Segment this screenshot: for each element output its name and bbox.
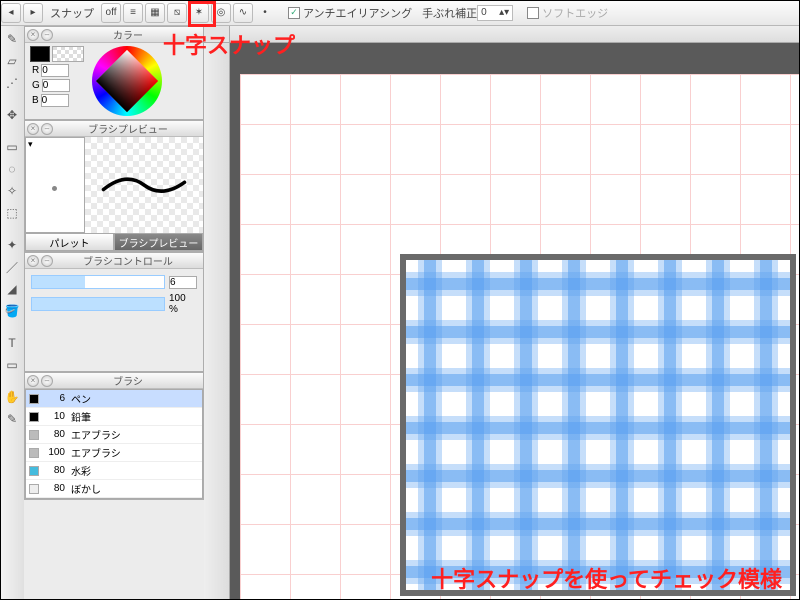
color-wheel[interactable]: [92, 46, 162, 116]
brush-panel-title: ブラシ: [55, 373, 201, 388]
text-tool-icon[interactable]: T: [3, 332, 21, 354]
stabilizer-spinner[interactable]: 0▴▾: [477, 5, 513, 21]
snap-parallel-icon[interactable]: ≡: [123, 3, 143, 23]
eraser-tool-icon[interactable]: ▱: [3, 50, 21, 72]
snap-circle-icon[interactable]: ◎: [211, 3, 231, 23]
gradient-tool-icon[interactable]: ◢: [3, 278, 21, 300]
wand-tool-icon[interactable]: ✧: [3, 180, 21, 202]
check-pattern: [406, 260, 790, 590]
size-value[interactable]: [169, 276, 197, 289]
bucket-tool-icon[interactable]: 🪣: [3, 300, 21, 322]
brush-row[interactable]: 10鉛筆: [26, 408, 202, 426]
lasso-tool-icon[interactable]: ◌: [3, 158, 21, 180]
select-tool-icon[interactable]: ⬚: [3, 202, 21, 224]
annotation-caption: 十字スナップを使ってチェック模様: [431, 562, 782, 594]
tool-column: ✎ ▱ ⋰ ✥ ▭ ◌ ✧ ⬚ ✦ ／ ◢ 🪣 T ▭ ✋ ✎: [0, 26, 24, 600]
brush-list: 6ペン10鉛筆80エアブラシ100エアブラシ80水彩80ぼかし: [25, 389, 203, 499]
opacity-slider[interactable]: [31, 297, 165, 311]
brush-row[interactable]: 100エアブラシ: [26, 444, 202, 462]
artwork-frame: [400, 254, 796, 596]
nav-left-icon[interactable]: ◂: [1, 3, 21, 23]
brush-row[interactable]: 80ぼかし: [26, 480, 202, 498]
size-slider[interactable]: [31, 275, 165, 289]
brush-row[interactable]: 80水彩: [26, 462, 202, 480]
palette-area[interactable]: ▾: [25, 137, 85, 233]
softedge-checkbox[interactable]: [527, 7, 539, 19]
r-input[interactable]: [41, 64, 69, 77]
close-icon[interactable]: ×: [27, 123, 39, 135]
ruler-horizontal[interactable]: [230, 26, 800, 43]
move-tool-icon[interactable]: ✥: [3, 104, 21, 126]
snap-label: スナップ: [50, 5, 94, 21]
canvas[interactable]: [240, 74, 800, 600]
brush2-tool-icon[interactable]: ／: [3, 256, 21, 278]
opacity-value: 100 %: [169, 293, 197, 315]
brush-panel: × – ブラシ 6ペン10鉛筆80エアブラシ100エアブラシ80水彩80ぼかし: [24, 372, 204, 500]
foreground-swatch[interactable]: [30, 46, 50, 62]
pen-tool-icon[interactable]: ✎: [3, 28, 21, 50]
brush-row[interactable]: 80エアブラシ: [26, 426, 202, 444]
b-input[interactable]: [41, 94, 69, 107]
stabilizer-label: 手ぶれ補正: [422, 5, 477, 21]
minimize-icon[interactable]: –: [41, 255, 53, 267]
ruler-vertical[interactable]: [204, 43, 230, 600]
g-input[interactable]: [42, 79, 70, 92]
background-swatch[interactable]: [52, 46, 84, 62]
hand-tool-icon[interactable]: ✋: [3, 386, 21, 408]
brush-row[interactable]: 6ペン: [26, 390, 202, 408]
preview-panel: × – ブラシプレビュー ▾ パレット ブラシプレビュー: [24, 120, 204, 252]
control-panel-title: ブラシコントロール: [55, 253, 201, 268]
top-toolbar: ◂ ▸ スナップ off ≡ ▦ ⧅ ✶ ◎ ∿ • ✓ アンチエイリアシング …: [0, 0, 800, 26]
annotation-title: 十字スナップ: [163, 28, 295, 60]
snap-vanish-icon[interactable]: ⧅: [167, 3, 187, 23]
preview-panel-title: ブラシプレビュー: [55, 121, 201, 136]
canvas-area: [204, 26, 800, 600]
nav-right-icon[interactable]: ▸: [23, 3, 43, 23]
softedge-label: ソフトエッジ: [542, 5, 608, 21]
sparkle-tool-icon[interactable]: ✦: [3, 234, 21, 256]
antialias-checkbox[interactable]: ✓: [288, 7, 300, 19]
snap-radial-icon[interactable]: ✶: [189, 3, 209, 23]
eyedrop-tool-icon[interactable]: ✎: [3, 408, 21, 430]
brush-control-panel: × – ブラシコントロール 100 %: [24, 252, 204, 372]
dots-tool-icon[interactable]: ⋰: [3, 72, 21, 94]
minimize-icon[interactable]: –: [41, 29, 53, 41]
snap-curve-icon[interactable]: ∿: [233, 3, 253, 23]
antialias-label: アンチエイリアシング: [303, 5, 412, 21]
close-icon[interactable]: ×: [27, 375, 39, 387]
minimize-icon[interactable]: –: [41, 375, 53, 387]
close-icon[interactable]: ×: [27, 29, 39, 41]
snap-dot-icon[interactable]: •: [255, 3, 275, 23]
close-icon[interactable]: ×: [27, 255, 39, 267]
tab-brush-preview[interactable]: ブラシプレビュー: [114, 233, 203, 251]
minimize-icon[interactable]: –: [41, 123, 53, 135]
side-panels: × – カラー R G B × – ブラシプレビュー: [24, 26, 204, 600]
snap-off-button[interactable]: off: [101, 3, 121, 23]
tab-palette[interactable]: パレット: [25, 233, 114, 251]
snap-cross-icon[interactable]: ▦: [145, 3, 165, 23]
shape-tool-icon[interactable]: ▭: [3, 354, 21, 376]
brush-preview: [85, 137, 203, 233]
rect-tool-icon[interactable]: ▭: [3, 136, 21, 158]
